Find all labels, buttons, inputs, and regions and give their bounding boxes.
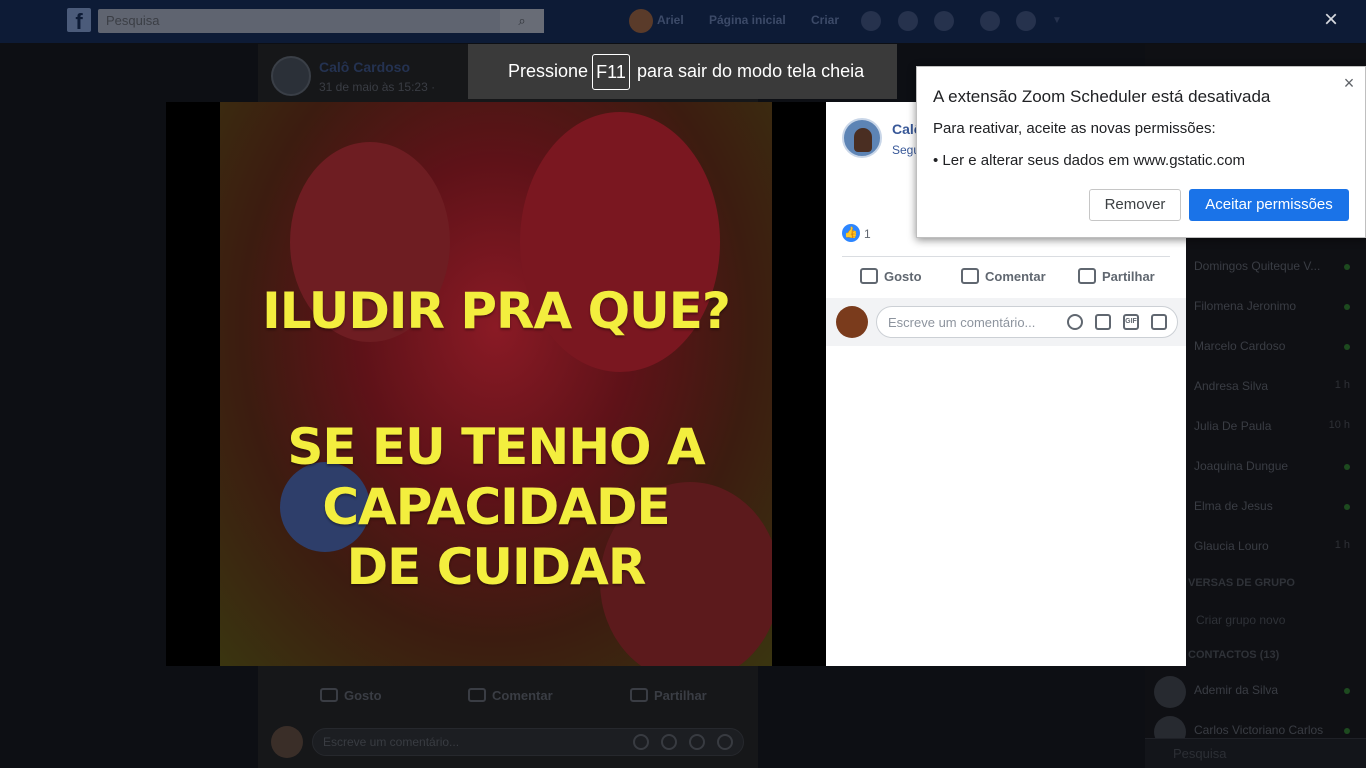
contacts-header: CONTACTOS (13) xyxy=(1188,649,1280,661)
search-icon[interactable]: ⌕ xyxy=(500,9,544,33)
user-avatar[interactable] xyxy=(629,9,653,33)
share-button[interactable]: Partilhar xyxy=(1078,268,1155,284)
like-button[interactable]: Gosto xyxy=(860,268,922,284)
thumbs-up-icon xyxy=(320,688,338,702)
account-menu-chevron-down-icon[interactable]: ▼ xyxy=(1052,11,1066,31)
post-like-button[interactable]: Gosto xyxy=(320,688,382,703)
remove-button[interactable]: Remover xyxy=(1089,189,1181,221)
accept-permissions-button[interactable]: Aceitar permissões xyxy=(1189,189,1349,221)
search-input[interactable]: Pesquisa ⌕ xyxy=(98,9,544,33)
dialog-title: A extensão Zoom Scheduler está desativad… xyxy=(933,87,1271,106)
share-arrow-icon xyxy=(630,688,648,702)
messenger-icon[interactable] xyxy=(898,11,918,31)
share-arrow-icon xyxy=(1078,268,1096,284)
online-status-dot xyxy=(1344,688,1350,694)
f11-key-label: F11 xyxy=(592,54,630,90)
extension-disabled-dialog: A extensão Zoom Scheduler está desativad… xyxy=(916,66,1366,238)
comment-composer: Escreve um comentário... GIF xyxy=(826,298,1186,346)
nav-create-link[interactable]: Criar xyxy=(811,13,839,27)
thumbs-up-icon xyxy=(860,268,878,284)
photo-text-line: ILUDIR PRA QUE? xyxy=(262,282,731,340)
gif-icon[interactable] xyxy=(689,734,705,750)
photo-text-line: CAPACIDADE xyxy=(322,478,670,536)
dialog-body-text: Para reativar, aceite as novas permissõe… xyxy=(933,120,1216,137)
nav-user-name[interactable]: Ariel xyxy=(657,13,684,27)
photo-text-line: SE EU TENHO A xyxy=(287,418,705,476)
notifications-icon[interactable] xyxy=(934,11,954,31)
emoji-icon[interactable] xyxy=(1067,314,1083,330)
camera-icon[interactable] xyxy=(661,734,677,750)
search-placeholder: Pesquisa xyxy=(106,13,160,28)
sticker-icon[interactable] xyxy=(717,734,733,750)
chat-search-input[interactable]: Pesquisa xyxy=(1145,738,1366,768)
comment-bubble-icon xyxy=(961,268,979,284)
facebook-logo-icon[interactable]: f xyxy=(67,8,91,32)
online-status-dot xyxy=(1344,344,1350,350)
like-count[interactable]: 1 xyxy=(864,227,871,241)
comment-button[interactable]: Comentar xyxy=(961,268,1046,284)
post-timestamp[interactable]: 31 de maio às 15:23 · xyxy=(319,80,435,94)
help-icon[interactable] xyxy=(1016,11,1036,31)
online-status-dot xyxy=(1344,504,1350,510)
group-conversations-header: VERSAS DE GRUPO xyxy=(1188,577,1295,589)
sticker-icon[interactable] xyxy=(1151,314,1167,330)
friend-requests-icon[interactable] xyxy=(861,11,881,31)
photo-text-line: DE CUIDAR xyxy=(346,538,647,596)
close-viewer-icon[interactable]: × xyxy=(1319,6,1343,34)
comment-placeholder: Escreve um comentário... xyxy=(323,735,460,749)
author-avatar[interactable] xyxy=(842,118,882,158)
marketplace-icon[interactable] xyxy=(980,11,1000,31)
online-status-dot xyxy=(1344,264,1350,270)
post-share-button[interactable]: Partilhar xyxy=(630,688,707,703)
fullscreen-exit-banner: Pressione F11 para sair do modo tela che… xyxy=(468,44,897,99)
banner-text-after: para sair do modo tela cheia xyxy=(637,61,865,81)
online-status-dot xyxy=(1344,464,1350,470)
dialog-close-icon[interactable]: × xyxy=(1339,73,1359,93)
comment-bubble-icon xyxy=(468,688,486,702)
permission-item: • Ler e alterar seus dados em www.gstati… xyxy=(933,152,1246,169)
comment-placeholder: Escreve um comentário... xyxy=(888,315,1036,330)
emoji-icon[interactable] xyxy=(633,734,649,750)
chat-contact-row[interactable]: Ademir da Silva xyxy=(1145,671,1350,711)
nav-home-link[interactable]: Página inicial xyxy=(709,13,786,27)
post-comment-input[interactable]: Escreve um comentário... xyxy=(312,728,744,756)
top-navigation-bar: f Pesquisa ⌕ Ariel Página inicial Criar … xyxy=(0,0,1366,43)
like-reaction-icon[interactable]: 👍 xyxy=(842,224,860,242)
create-group-link[interactable]: Criar grupo novo xyxy=(1196,613,1285,627)
post-photo[interactable]: ILUDIR PRA QUE? SE EU TENHO A CAPACIDADE… xyxy=(220,102,772,666)
avatar-figure xyxy=(854,128,872,152)
current-user-avatar xyxy=(836,306,868,338)
avatar xyxy=(1154,676,1186,708)
online-status-dot xyxy=(1344,728,1350,734)
divider xyxy=(842,256,1170,257)
gif-icon[interactable]: GIF xyxy=(1123,314,1139,330)
commenter-avatar xyxy=(271,726,303,758)
comment-input[interactable]: Escreve um comentário... GIF xyxy=(876,306,1178,338)
post-author-name[interactable]: Calô Cardoso xyxy=(319,59,410,75)
post-actions-bar: Gosto Comentar Partilhar xyxy=(258,682,758,710)
chat-search-placeholder: Pesquisa xyxy=(1173,746,1227,761)
post-author-avatar[interactable] xyxy=(271,56,311,96)
post-comment-button[interactable]: Comentar xyxy=(468,688,553,703)
photo-viewer: ILUDIR PRA QUE? SE EU TENHO A CAPACIDADE… xyxy=(166,102,826,666)
online-status-dot xyxy=(1344,304,1350,310)
banner-text-before: Pressione xyxy=(508,61,589,81)
camera-icon[interactable] xyxy=(1095,314,1111,330)
